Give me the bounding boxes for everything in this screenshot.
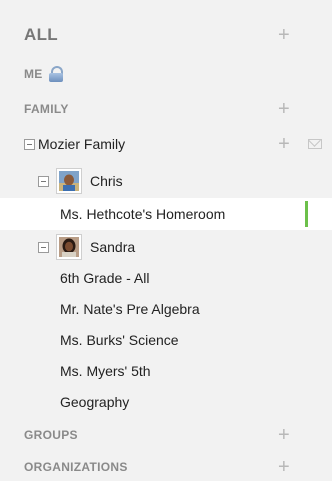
selected-indicator (305, 201, 308, 227)
class-name: Ms. Hethcote's Homeroom (60, 206, 226, 222)
class-item[interactable]: Mr. Nate's Pre Algebra (0, 296, 332, 322)
class-item[interactable]: Ms. Hethcote's Homeroom (0, 198, 332, 230)
section-all[interactable]: ALL + (0, 22, 332, 48)
class-name: Ms. Burks' Science (60, 332, 179, 348)
section-organizations[interactable]: ORGANIZATIONS + (0, 456, 332, 478)
collapse-minus-icon[interactable] (38, 175, 49, 187)
add-family-plus-icon[interactable]: + (274, 99, 294, 119)
section-groups-label: GROUPS (24, 428, 78, 442)
section-family[interactable]: FAMILY + (0, 98, 332, 120)
section-me-label: ME (24, 67, 43, 81)
lock-icon (48, 66, 63, 82)
family-group-name: Mozier Family (38, 136, 126, 152)
class-name: Ms. Myers' 5th (60, 363, 151, 379)
avatar (56, 168, 82, 194)
section-me[interactable]: ME (0, 64, 332, 84)
class-item[interactable]: 6th Grade - All (0, 265, 332, 291)
section-family-label: FAMILY (24, 102, 69, 116)
add-organization-plus-icon[interactable]: + (274, 457, 294, 477)
section-organizations-label: ORGANIZATIONS (24, 460, 128, 474)
child-chris[interactable]: Chris (0, 167, 332, 195)
class-name: 6th Grade - All (60, 270, 150, 286)
class-name: Mr. Nate's Pre Algebra (60, 301, 200, 317)
child-name: Chris (90, 173, 123, 189)
sidebar-panel: ALL + ME FAMILY + Mozier Family + Chris (0, 0, 332, 481)
avatar-sandra-image (59, 237, 79, 257)
add-all-plus-icon[interactable]: + (274, 25, 294, 45)
add-group-plus-icon[interactable]: + (274, 425, 294, 445)
avatar (56, 234, 82, 260)
class-name: Geography (60, 394, 130, 410)
add-member-plus-icon[interactable]: + (274, 134, 294, 154)
child-sandra[interactable]: Sandra (0, 233, 332, 261)
family-group-mozier[interactable]: Mozier Family + (0, 131, 332, 157)
class-item[interactable]: Ms. Burks' Science (0, 327, 332, 353)
collapse-minus-icon[interactable] (38, 241, 49, 253)
section-groups[interactable]: GROUPS + (0, 424, 332, 446)
section-all-label: ALL (24, 25, 58, 44)
envelope-icon[interactable] (308, 139, 322, 149)
class-item[interactable]: Geography (0, 389, 332, 415)
child-name: Sandra (90, 239, 136, 255)
avatar-chris-image (59, 171, 79, 191)
class-item[interactable]: Ms. Myers' 5th (0, 358, 332, 384)
collapse-minus-icon[interactable] (24, 138, 35, 150)
